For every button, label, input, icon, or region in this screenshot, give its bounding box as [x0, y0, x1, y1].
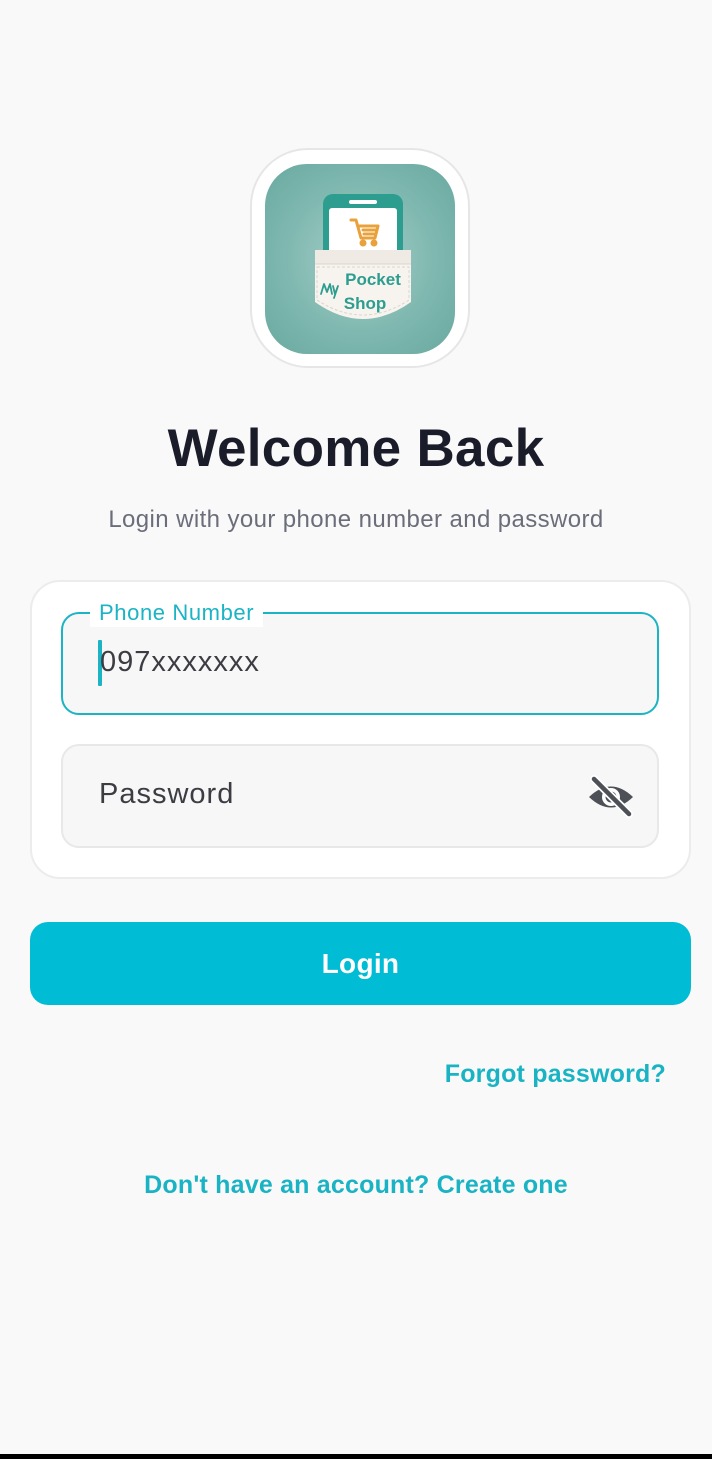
app-logo: Pocket Shop	[265, 164, 455, 354]
pocket-shop-logo-icon: Pocket Shop	[315, 194, 411, 319]
bottom-edge	[0, 1454, 712, 1459]
page-title: Welcome Back	[167, 419, 545, 478]
svg-text:Shop: Shop	[344, 294, 387, 313]
phone-number-value: 097xxxxxxx	[100, 646, 260, 678]
login-screen: Pocket Shop Welcome Back Login with your…	[0, 0, 712, 1459]
password-placeholder: Password	[99, 778, 235, 810]
svg-text:Pocket: Pocket	[345, 270, 401, 289]
login-button[interactable]: Login	[30, 922, 691, 1005]
phone-number-label: Phone Number	[90, 599, 264, 627]
toggle-password-visibility-button[interactable]	[585, 774, 637, 820]
forgot-password-link[interactable]: Forgot password?	[445, 1060, 666, 1089]
eye-off-icon	[589, 775, 633, 818]
create-account-link[interactable]: Don't have an account? Create one	[0, 1171, 712, 1200]
page-subtitle: Login with your phone number and passwor…	[108, 506, 604, 533]
